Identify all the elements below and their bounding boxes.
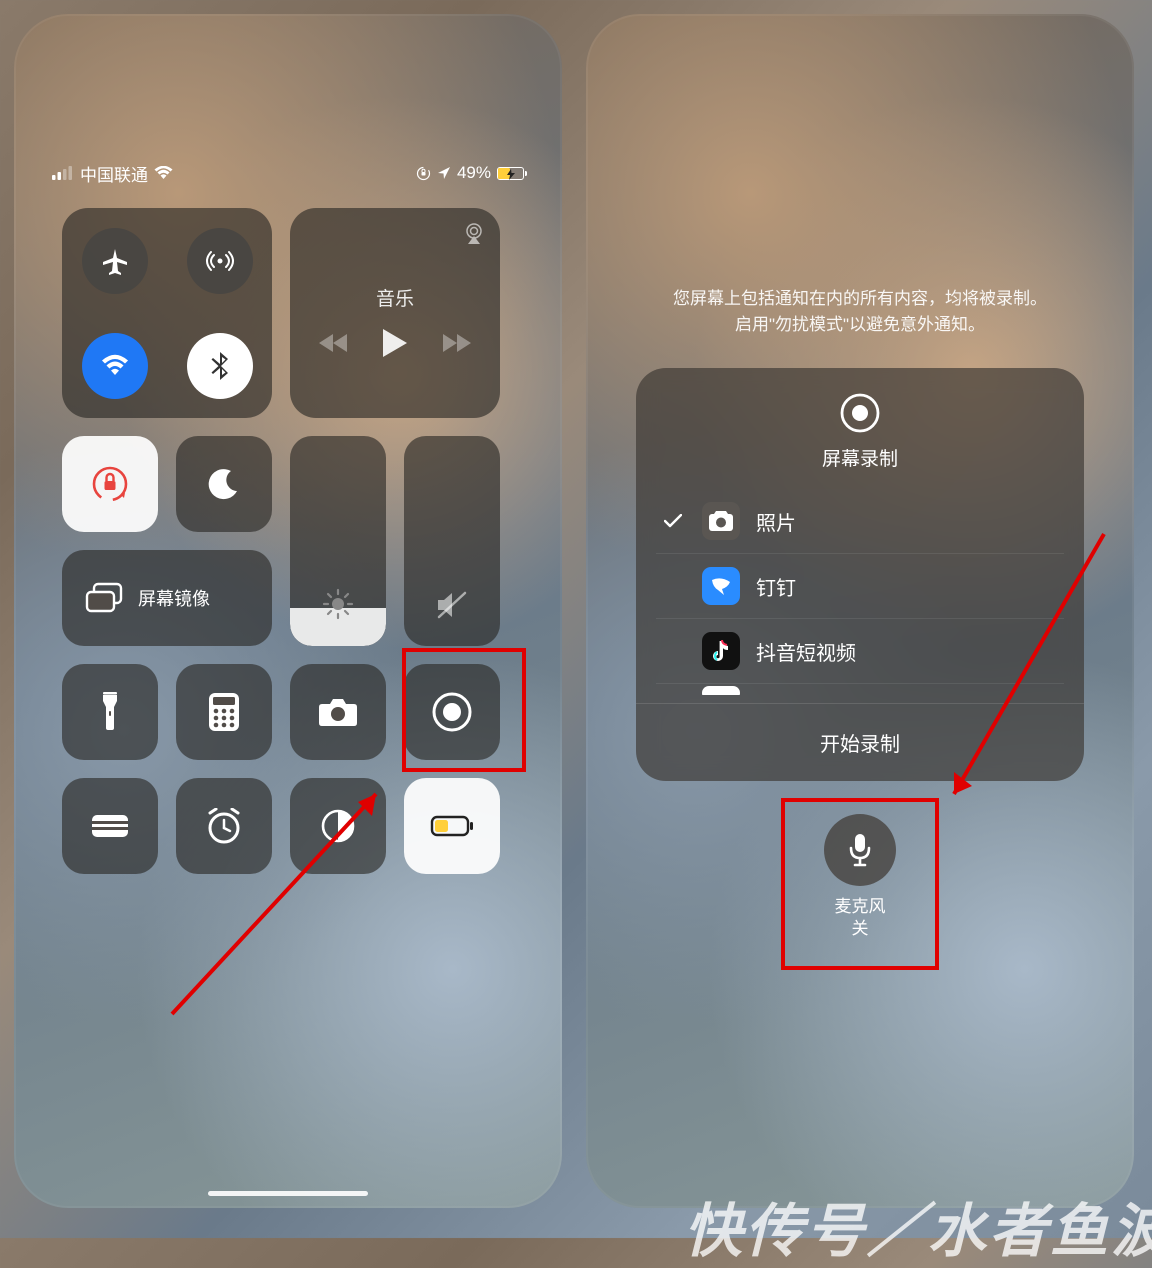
battery-icon (497, 167, 524, 180)
calculator-tile[interactable] (176, 664, 272, 760)
forward-icon[interactable] (443, 334, 471, 352)
airplane-mode-button[interactable] (82, 228, 148, 294)
music-title: 音乐 (376, 284, 414, 311)
status-left: 中国联通 (52, 161, 173, 186)
control-center-grid: 音乐 (62, 208, 514, 874)
music-tile[interactable]: 音乐 (290, 208, 500, 418)
microphone-icon (847, 832, 873, 868)
home-indicator[interactable] (208, 1191, 368, 1196)
connectivity-tile (62, 208, 272, 418)
record-title: 屏幕录制 (822, 444, 898, 471)
bluetooth-button[interactable] (187, 333, 253, 399)
mic-label-line1: 麦克风 (835, 896, 886, 918)
screenshot-right-record-expanded: 您屏幕上包括通知在内的所有内容，均将被录制。 启用"勿扰模式"以避免意外通知。 … (586, 14, 1134, 1208)
microphone-toggle[interactable]: 麦克风 关 (824, 814, 896, 940)
douyin-app-icon (702, 632, 740, 670)
brightness-slider[interactable] (290, 436, 386, 646)
record-app-douyin[interactable]: 抖音短视频 (656, 618, 1064, 683)
record-circle-icon (839, 392, 881, 434)
record-panel: 屏幕录制 照片 钉钉 (636, 368, 1084, 781)
volume-slider[interactable] (404, 436, 500, 646)
low-power-tile[interactable] (404, 778, 500, 874)
cellular-data-button[interactable] (187, 228, 253, 294)
photos-app-icon (702, 502, 740, 540)
location-icon (437, 166, 451, 180)
signal-icon (52, 166, 74, 180)
check-icon (660, 514, 686, 528)
screen-record-tile[interactable] (404, 664, 500, 760)
rewind-icon[interactable] (319, 334, 347, 352)
carrier-label: 中国联通 (80, 161, 148, 186)
status-bar: 中国联通 49% (14, 158, 562, 188)
record-hint-line2: 启用"勿扰模式"以避免意外通知。 (586, 312, 1134, 338)
record-app-list: 照片 钉钉 抖音短视频 (636, 489, 1084, 695)
wifi-button[interactable] (82, 333, 148, 399)
orientation-lock-tile[interactable] (62, 436, 158, 532)
screenshot-left-control-center: 中国联通 49% (14, 14, 562, 1208)
mic-label-line2: 关 (835, 918, 886, 940)
do-not-disturb-tile[interactable] (176, 436, 272, 532)
screen-mirror-icon (84, 582, 124, 614)
wallet-tile[interactable] (62, 778, 158, 874)
orientation-lock-icon (416, 166, 431, 181)
mute-icon (404, 590, 500, 620)
record-app-label: 抖音短视频 (756, 637, 856, 666)
flashlight-tile[interactable] (62, 664, 158, 760)
record-app-more[interactable] (656, 683, 1064, 695)
wifi-icon (154, 166, 173, 180)
record-app-label: 钉钉 (756, 572, 796, 601)
start-record-button[interactable]: 开始录制 (636, 703, 1084, 781)
airplay-icon[interactable] (462, 222, 486, 244)
brightness-icon (290, 588, 386, 620)
screen-mirror-label: 屏幕镜像 (138, 585, 210, 611)
dingtalk-app-icon (702, 567, 740, 605)
screen-mirroring-tile[interactable]: 屏幕镜像 (62, 550, 272, 646)
alarm-tile[interactable] (176, 778, 272, 874)
battery-percent: 49% (457, 163, 491, 183)
record-hint: 您屏幕上包括通知在内的所有内容，均将被录制。 启用"勿扰模式"以避免意外通知。 (586, 286, 1134, 339)
status-right: 49% (416, 163, 524, 183)
camera-tile[interactable] (290, 664, 386, 760)
dark-mode-tile[interactable] (290, 778, 386, 874)
record-app-photos[interactable]: 照片 (656, 489, 1064, 553)
record-hint-line1: 您屏幕上包括通知在内的所有内容，均将被录制。 (586, 286, 1134, 312)
record-app-dingtalk[interactable]: 钉钉 (656, 553, 1064, 618)
play-icon[interactable] (383, 329, 407, 357)
record-app-label: 照片 (756, 507, 796, 536)
partial-app-icon (702, 686, 740, 696)
